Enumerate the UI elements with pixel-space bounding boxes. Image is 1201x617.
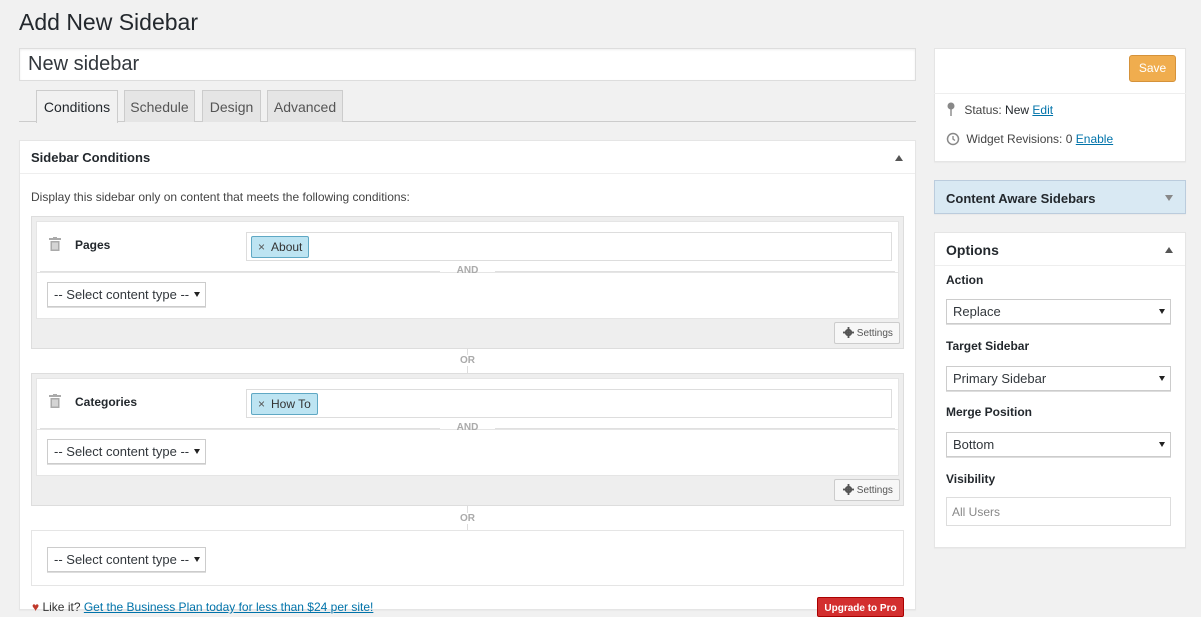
- tag-label: How To: [271, 397, 311, 411]
- revisions-row: Widget Revisions: 0 Enable: [946, 132, 1113, 146]
- action-select[interactable]: Replace: [946, 299, 1171, 324]
- tab-bar: Conditions Schedule Design Advanced: [19, 90, 916, 123]
- tab-schedule[interactable]: Schedule: [124, 90, 195, 122]
- action-label: Action: [946, 273, 984, 287]
- conditions-box-header[interactable]: Sidebar Conditions: [20, 141, 915, 174]
- rule-label-categories: Categories: [75, 395, 138, 409]
- visibility-input[interactable]: All Users: [946, 497, 1171, 526]
- remove-tag-icon[interactable]: ×: [258, 240, 265, 254]
- like-text: Like it?: [42, 600, 81, 614]
- or-separator: OR: [458, 355, 477, 366]
- chevron-down-icon: [194, 292, 200, 297]
- new-condition-row: -- Select content type --: [31, 530, 904, 586]
- condition-group: Categories × How To AND -- Select content…: [31, 373, 904, 506]
- status-row: Status: New Edit: [946, 102, 1053, 117]
- save-button[interactable]: Save: [1129, 55, 1176, 82]
- page-title: Add New Sidebar: [19, 9, 198, 35]
- merge-position-select[interactable]: Bottom: [946, 432, 1171, 457]
- trash-icon[interactable]: [49, 394, 61, 408]
- pin-icon: [947, 102, 955, 116]
- pages-tag-field[interactable]: × About: [246, 232, 892, 261]
- business-plan-link[interactable]: Get the Business Plan today for less tha…: [84, 600, 374, 614]
- remove-tag-icon[interactable]: ×: [258, 397, 265, 411]
- collapse-icon[interactable]: [895, 155, 903, 161]
- cas-box-title: Content Aware Sidebars: [946, 191, 1096, 206]
- chevron-down-icon: [1159, 442, 1165, 447]
- chevron-down-icon: [194, 449, 200, 454]
- options-box-title: Options: [946, 242, 999, 258]
- edit-status-link[interactable]: Edit: [1032, 103, 1053, 117]
- tag-label: About: [271, 240, 303, 254]
- or-separator: OR: [458, 513, 477, 524]
- tag-how-to: × How To: [251, 393, 318, 415]
- tag-about: × About: [251, 236, 310, 258]
- tab-design[interactable]: Design: [202, 90, 261, 122]
- add-rule-row: -- Select content type --: [36, 430, 899, 476]
- add-rule-row: -- Select content type --: [36, 273, 899, 319]
- upgrade-note: ♥ Like it? Get the Business Plan today f…: [32, 600, 373, 614]
- content-type-select[interactable]: -- Select content type --: [47, 439, 206, 464]
- content-type-select[interactable]: -- Select content type --: [47, 547, 206, 572]
- heart-icon: ♥: [32, 600, 40, 614]
- trash-icon[interactable]: [49, 237, 61, 251]
- visibility-label: Visibility: [946, 472, 996, 486]
- chevron-down-icon: [1159, 376, 1165, 381]
- chevron-down-icon: [194, 557, 200, 562]
- settings-button[interactable]: Settings: [834, 322, 900, 344]
- content-aware-sidebars-box[interactable]: Content Aware Sidebars: [934, 180, 1186, 214]
- settings-button[interactable]: Settings: [834, 479, 900, 501]
- conditions-box-title: Sidebar Conditions: [31, 150, 151, 165]
- content-type-select[interactable]: -- Select content type --: [47, 282, 206, 307]
- merge-position-label: Merge Position: [946, 405, 1033, 419]
- enable-revisions-link[interactable]: Enable: [1076, 132, 1113, 146]
- collapse-icon[interactable]: [1165, 247, 1173, 253]
- conditions-description: Display this sidebar only on content tha…: [31, 190, 410, 204]
- revisions-count: 0: [1065, 132, 1073, 146]
- gear-icon: [843, 327, 854, 338]
- upgrade-button[interactable]: Upgrade to Pro: [817, 597, 904, 617]
- tab-advanced[interactable]: Advanced: [267, 90, 343, 122]
- sidebar-name-input[interactable]: New sidebar: [19, 48, 916, 81]
- gear-icon: [843, 484, 854, 495]
- conditions-box: Sidebar Conditions Display this sidebar …: [19, 140, 916, 610]
- chevron-down-icon: [1159, 309, 1165, 314]
- options-box-header[interactable]: Options: [935, 233, 1185, 266]
- target-sidebar-label: Target Sidebar: [946, 339, 1030, 353]
- expand-icon[interactable]: [1165, 195, 1173, 201]
- target-sidebar-select[interactable]: Primary Sidebar: [946, 366, 1171, 391]
- categories-tag-field[interactable]: × How To: [246, 389, 892, 418]
- rule-label-pages: Pages: [75, 238, 111, 252]
- status-value: New: [1005, 103, 1030, 117]
- history-icon: [946, 132, 960, 146]
- condition-group: Pages × About AND -- Select content type …: [31, 216, 904, 349]
- tab-conditions[interactable]: Conditions: [36, 90, 118, 123]
